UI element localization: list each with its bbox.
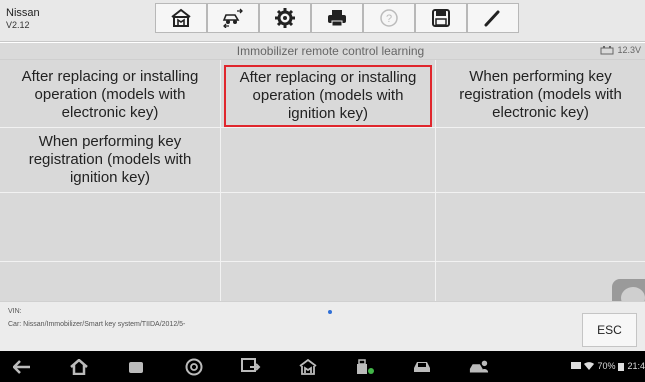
car-person-icon xyxy=(469,360,489,373)
save-icon xyxy=(432,9,450,27)
esc-button[interactable]: ESC xyxy=(582,313,637,347)
settings-button[interactable] xyxy=(259,3,311,33)
screenshot-button[interactable] xyxy=(241,357,261,377)
back-button[interactable] xyxy=(12,357,32,377)
home-icon xyxy=(171,8,191,27)
edit-button[interactable] xyxy=(467,3,519,33)
fuel-button[interactable] xyxy=(355,357,375,377)
help-button[interactable]: ? xyxy=(363,3,415,33)
autel-home-button[interactable] xyxy=(298,357,318,377)
svg-text:?: ? xyxy=(386,13,392,25)
option-grid: After replacing or installing operation … xyxy=(0,60,645,317)
grid-divider xyxy=(0,192,645,193)
voltage-value: 12.3V xyxy=(617,45,641,55)
function-header: Immobilizer remote control learning 12.3… xyxy=(0,43,645,60)
page-title: Immobilizer remote control learning xyxy=(236,44,425,58)
vin-label: VIN: xyxy=(8,308,22,315)
app-version: V2.12 xyxy=(6,20,30,30)
house-icon xyxy=(70,359,88,375)
print-button[interactable] xyxy=(311,3,363,33)
grid-divider xyxy=(0,261,645,262)
page-indicator xyxy=(328,310,332,314)
printer-icon xyxy=(328,10,346,27)
message-icon xyxy=(571,362,582,369)
battery-icon xyxy=(618,362,625,371)
clock: 21:4 xyxy=(627,361,645,371)
option-replace-ignition-key[interactable]: After replacing or installing operation … xyxy=(224,65,432,127)
app-name: Nissan xyxy=(6,7,40,19)
wifi-icon xyxy=(584,362,595,370)
recents-button[interactable] xyxy=(126,357,146,377)
vehicle-swap-button[interactable] xyxy=(207,3,259,33)
screenshot-icon xyxy=(241,358,261,372)
car-battery-icon xyxy=(600,45,614,54)
autel-home-icon xyxy=(299,359,317,375)
vehicle-person-button[interactable] xyxy=(469,357,489,377)
recents-icon xyxy=(129,361,143,373)
battery-voltage: 12.3V xyxy=(600,45,641,55)
battery-percent: 70% xyxy=(597,361,616,371)
home-button[interactable] xyxy=(155,3,207,33)
system-nav-bar: 70% 21:4 xyxy=(0,351,645,382)
help-icon: ? xyxy=(380,9,398,27)
pen-icon xyxy=(484,10,500,27)
vehicle-path: Car: Nissan/Immobilizer/Smart key system… xyxy=(8,321,186,328)
home-nav-button[interactable] xyxy=(69,357,89,377)
option-replace-electronic-key[interactable]: After replacing or installing operation … xyxy=(0,62,220,127)
fuel-pump-icon xyxy=(357,359,374,374)
brand: Nissan V2.12 xyxy=(6,7,40,31)
gear-icon xyxy=(275,8,295,28)
vehicle-button[interactable] xyxy=(412,357,432,377)
browser-button[interactable] xyxy=(184,357,204,377)
browser-icon xyxy=(185,358,203,376)
option-register-ignition-key[interactable]: When performing key registration (models… xyxy=(0,128,220,192)
car-icon xyxy=(414,362,430,372)
footer-bar: VIN: Car: Nissan/Immobilizer/Smart key s… xyxy=(0,301,645,351)
save-button[interactable] xyxy=(415,3,467,33)
grid-divider xyxy=(220,60,221,301)
top-toolbar: Nissan V2.12 ? xyxy=(0,0,645,42)
back-arrow-icon xyxy=(13,360,30,374)
option-register-electronic-key[interactable]: When performing key registration (models… xyxy=(436,62,645,127)
car-swap-icon xyxy=(222,8,243,28)
status-area: 70% 21:4 xyxy=(571,361,645,371)
